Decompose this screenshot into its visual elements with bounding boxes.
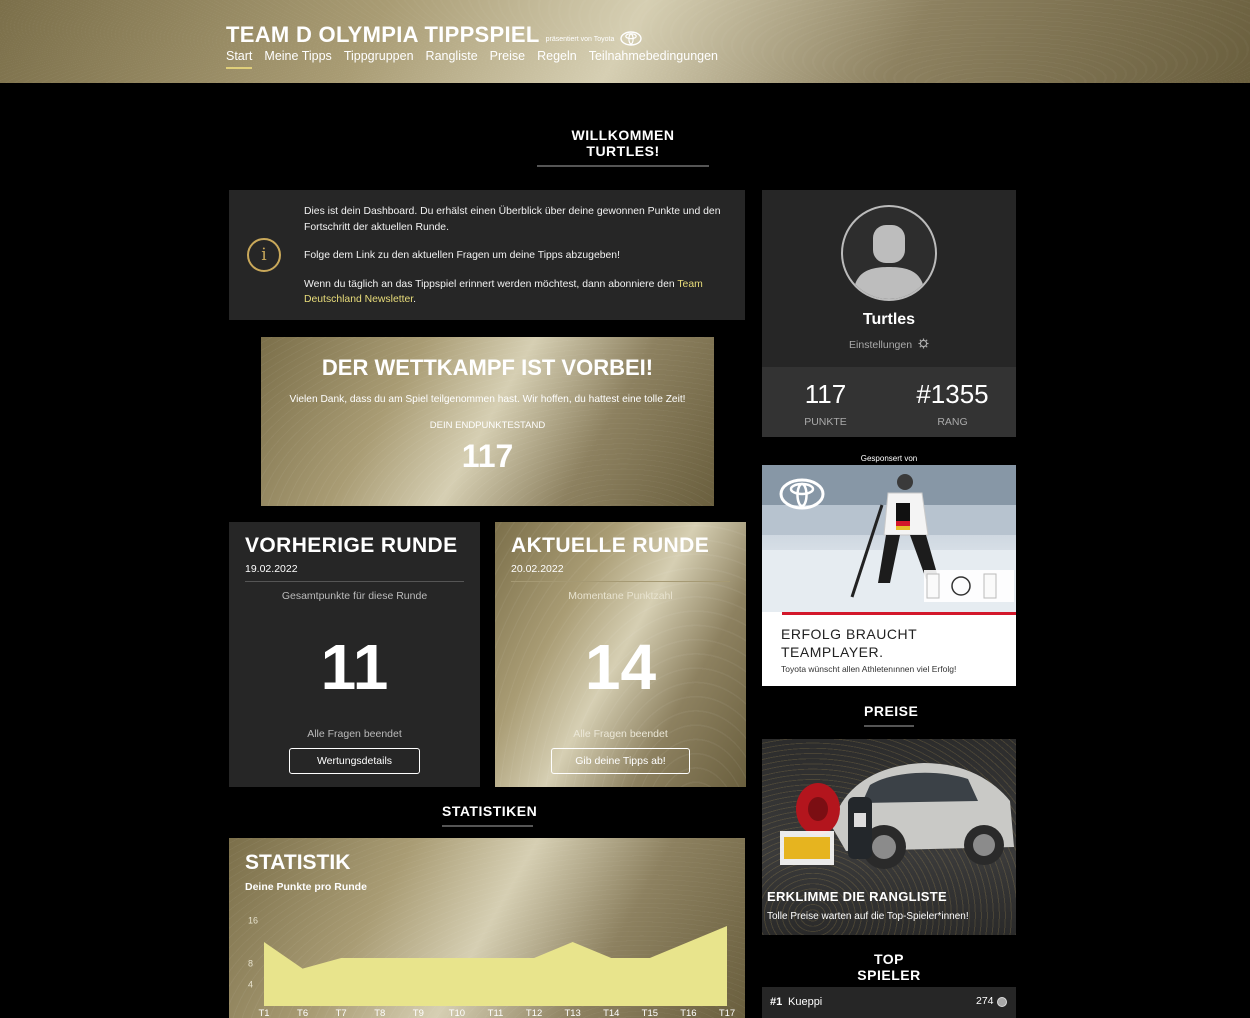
points-area-series <box>264 926 727 1006</box>
main-nav: Start Meine Tipps Tippgruppen Rangliste Prei… <box>226 49 718 69</box>
info-text: Dies ist dein Dashboard. Du erhälst eine… <box>304 204 734 321</box>
x-tick-label: T15 <box>642 1008 658 1018</box>
nav-item-teilnahmebedingungen[interactable]: Teilnahmebedingungen <box>589 49 718 69</box>
info-paragraph: Dies ist dein Dashboard. Du erhälst eine… <box>304 206 721 233</box>
round-points-value: 14 <box>584 631 657 703</box>
brand-title: TEAM D OLYMPIA TIPPSPIEL <box>226 22 540 47</box>
rank-stat: #1355 RANG <box>889 367 1016 437</box>
prizes-text: Tolle Preise warten auf die Top-Spieler*… <box>767 911 969 922</box>
nav-item-rangliste[interactable]: Rangliste <box>426 49 478 69</box>
welcome-heading: WILLKOMMEN TURTLES! <box>537 127 709 167</box>
divider <box>511 581 730 582</box>
ad-image <box>762 465 1016 612</box>
player-name: Kueppi <box>788 996 823 1008</box>
info-icon: i <box>247 238 281 272</box>
x-tick-label: T17 <box>719 1008 735 1018</box>
info-paragraph: Wenn du täglich an das Tippspiel erinner… <box>304 277 734 308</box>
round-title: AKTUELLE RUNDE <box>511 534 710 557</box>
nav-item-regeln[interactable]: Regeln <box>537 49 577 69</box>
profile-name: Turtles <box>862 311 916 328</box>
nav-item-tippgruppen[interactable]: Tippgruppen <box>344 49 414 69</box>
ad-accent-line <box>782 612 1016 615</box>
x-tick-label: T9 <box>413 1008 424 1018</box>
top-players-heading: TOP SPIELER <box>844 951 934 991</box>
profile-stats: 117 PUNKTE #1355 RANG <box>762 367 1016 437</box>
settings-link[interactable]: Einstellungen <box>762 338 1016 351</box>
final-title: DER WETTKAMPF IST VORBEI! <box>321 355 654 380</box>
x-tick-label: T12 <box>526 1008 542 1018</box>
rank-value: #1355 <box>916 379 989 409</box>
rank-label: RANG <box>937 416 968 428</box>
settings-label: Einstellungen <box>849 339 913 351</box>
y-tick-label: 8 <box>248 958 253 968</box>
final-score-label: DEIN ENDPUNKTESTAND <box>429 420 546 431</box>
top-player-row[interactable]: #1 Kueppi 274 <box>762 987 1016 1018</box>
statistics-subtitle: Deine Punkte pro Runde <box>245 881 367 893</box>
round-date: 19.02.2022 <box>245 563 298 575</box>
round-title: VORHERIGE RUNDE <box>245 534 458 557</box>
x-tick-label: T16 <box>680 1008 696 1018</box>
x-tick-label: T6 <box>297 1008 308 1018</box>
prizes-heading: PREISE <box>864 703 918 727</box>
nav-item-meine-tipps[interactable]: Meine Tipps <box>264 49 331 69</box>
points-per-round-chart: 4 8 16 T1 T6 T7 T8 T9 T10 T11 T12 T13 T14 T15 T16 T17 <box>248 916 735 1018</box>
x-tick-label: T8 <box>374 1008 385 1018</box>
points-label: PUNKTE <box>804 416 847 428</box>
round-status: Alle Fragen beendet <box>573 728 668 740</box>
brand-subtitle: präsentiert von Toyota <box>545 36 615 43</box>
statistics-heading: STATISTIKEN <box>442 803 537 827</box>
user-silhouette-icon <box>853 225 925 299</box>
divider <box>245 581 464 582</box>
info-panel: i Dies ist dein Dashboard. Du erhälst ei… <box>229 190 745 320</box>
nav-item-preise[interactable]: Preise <box>490 49 525 69</box>
ad-headline-line: ERFOLG BRAUCHT <box>781 626 918 642</box>
ad-tagline: Toyota wünscht allen Athletenınnen viel … <box>781 664 957 674</box>
prizes-title: ERKLIMME DIE RANGLISTE <box>767 889 947 904</box>
previous-round-panel: VORHERIGE RUNDE 19.02.2022 Gesamtpunkte … <box>229 522 480 787</box>
final-score-panel: DER WETTKAMPF IST VORBEI! Vielen Dank, d… <box>261 337 714 506</box>
x-tick-label: T13 <box>564 1008 580 1018</box>
statistics-title: STATISTIK <box>245 851 351 874</box>
site-header: TEAM D OLYMPIA TIPPSPIEL präsentiert von… <box>0 0 1250 83</box>
points-value: 117 <box>804 379 847 409</box>
ad-headline-line: TEAMPLAYER. <box>781 644 884 660</box>
brand[interactable]: TEAM D OLYMPIA TIPPSPIEL präsentiert von… <box>226 22 643 48</box>
x-tick-label: T7 <box>336 1008 347 1018</box>
points-stat: 117 PUNKTE <box>762 367 889 437</box>
submit-tips-button[interactable]: Gib deine Tipps ab! <box>551 748 690 774</box>
round-points-label: Gesamtpunkte für diese Runde <box>281 590 428 602</box>
prize-car-illustration <box>780 763 1014 869</box>
gear-icon <box>918 338 929 349</box>
ad-headline: ERFOLG BRAUCHT TEAMPLAYER. <box>781 625 917 661</box>
y-tick-label: 4 <box>248 980 253 990</box>
round-date: 20.02.2022 <box>511 563 564 575</box>
x-tick-label: T10 <box>449 1008 465 1018</box>
toyota-logo-icon <box>620 31 643 46</box>
round-points-label: Momentane Punktzahl <box>568 590 673 602</box>
medal-icon <box>997 997 1007 1007</box>
player-score: 274 <box>976 995 994 1007</box>
current-round-panel: AKTUELLE RUNDE 20.02.2022 Momentane Punk… <box>495 522 746 787</box>
avatar[interactable] <box>841 205 937 301</box>
player-rank: #1 <box>770 996 783 1008</box>
sponsor-ad[interactable]: ERFOLG BRAUCHT TEAMPLAYER. Toyota wünsch… <box>762 465 1016 686</box>
y-tick-label: 16 <box>248 916 258 926</box>
info-paragraph: Folge dem Link zu den aktuellen Fragen u… <box>304 250 620 261</box>
statistics-panel: STATISTIK Deine Punkte pro Runde 4 8 16 T1 T… <box>229 838 745 1018</box>
info-text-span: Wenn du täglich an das Tippspiel erinner… <box>304 278 678 290</box>
final-score-value: 117 <box>461 438 514 474</box>
sponsor-label: Gesponsert von <box>860 454 918 463</box>
info-text-span: . <box>413 294 417 305</box>
x-tick-label: T14 <box>603 1008 619 1018</box>
x-tick-label: T1 <box>258 1008 269 1018</box>
scoring-details-button[interactable]: Wertungsdetails <box>289 748 420 774</box>
profile-panel: Turtles Einstellungen 117 PUNKTE #1355 R… <box>762 190 1016 437</box>
round-status: Alle Fragen beendet <box>307 728 402 740</box>
final-text: Vielen Dank, dass du am Spiel teilgenomm… <box>289 394 686 405</box>
round-points-value: 11 <box>320 631 389 703</box>
hockey-player-illustration <box>762 465 1016 612</box>
x-tick-label: T11 <box>488 1008 504 1018</box>
prizes-panel[interactable]: ERKLIMME DIE RANGLISTE Tolle Preise wart… <box>762 739 1016 935</box>
nav-item-start[interactable]: Start <box>226 49 253 69</box>
